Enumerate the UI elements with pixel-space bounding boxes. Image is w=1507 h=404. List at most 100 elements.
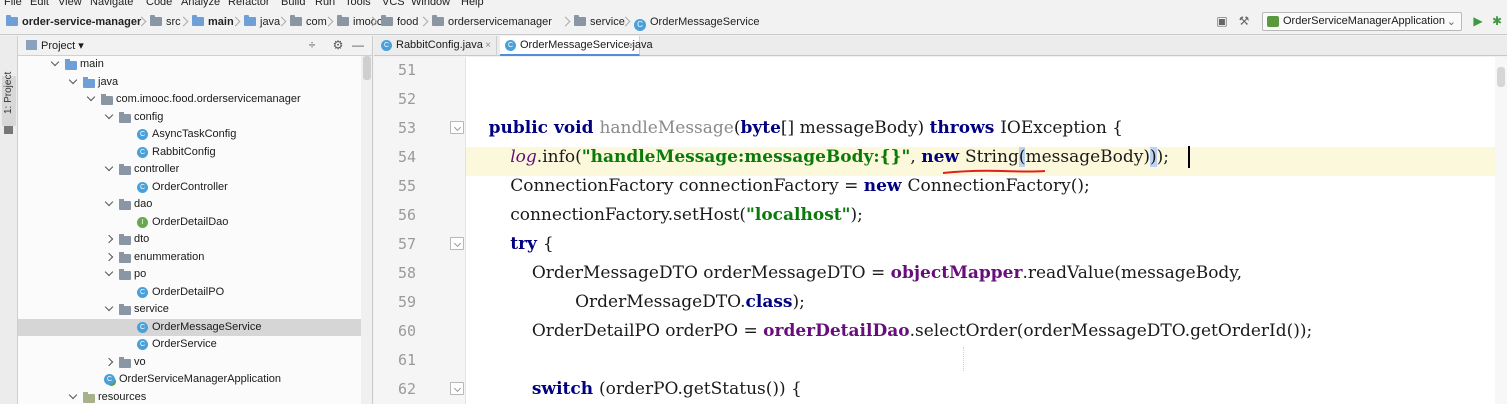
chevron-down-icon[interactable] xyxy=(68,390,78,399)
chevron-down-icon[interactable] xyxy=(104,197,114,207)
tree-file-item[interactable]: I OrderDetailDao xyxy=(18,214,361,232)
code-token: class xyxy=(745,292,793,312)
tree-folder-item[interactable]: po xyxy=(18,266,361,284)
fold-marker-icon[interactable] xyxy=(450,121,464,134)
tree-folder-item[interactable]: dto xyxy=(18,231,361,249)
code-line[interactable]: try { xyxy=(467,234,554,254)
tree-file-item[interactable]: C RabbitConfig xyxy=(18,144,361,162)
code-token: { xyxy=(542,234,554,254)
layout-icon[interactable]: ▣ xyxy=(1215,14,1229,28)
tree-folder-item[interactable]: controller xyxy=(18,161,361,179)
breadcrumb-item[interactable]: src xyxy=(150,15,181,29)
structure-icon[interactable] xyxy=(4,126,13,134)
menu-help[interactable]: Help xyxy=(461,0,484,9)
tree-folder-item[interactable]: config xyxy=(18,109,361,127)
build-hammer-icon[interactable]: ⚒ xyxy=(1237,14,1251,28)
tab-ordermessageservice-java[interactable]: C OrderMessageService.java × xyxy=(500,36,653,56)
chevron-down-icon[interactable] xyxy=(86,92,96,102)
tree-folder-item[interactable]: vo xyxy=(18,354,361,372)
chevron-down-icon[interactable] xyxy=(104,110,114,119)
tree-folder-item[interactable]: java xyxy=(18,74,361,92)
menu-code[interactable]: Code xyxy=(146,0,172,9)
close-icon[interactable]: × xyxy=(485,36,491,55)
breadcrumb-item[interactable]: food xyxy=(381,15,418,29)
menu-vcs[interactable]: VCS xyxy=(382,0,405,9)
class-icon: C xyxy=(137,339,148,350)
tree-folder-item[interactable]: resources xyxy=(18,389,361,404)
gear-icon[interactable]: ⚙ xyxy=(331,38,345,52)
chevron-right-icon[interactable] xyxy=(104,252,114,261)
chevron-down-icon[interactable] xyxy=(50,57,60,67)
project-view-select[interactable]: Project ▾ xyxy=(41,39,84,53)
scrollbar-thumb[interactable] xyxy=(1497,67,1505,87)
chevron-down-icon[interactable] xyxy=(104,162,114,172)
menu-edit[interactable]: Edit xyxy=(30,0,49,9)
tree-folder-item[interactable]: service xyxy=(18,301,361,319)
tree-file-item[interactable]: C OrderServiceManagerApplication xyxy=(18,371,361,389)
code-line[interactable]: OrderDetailPO orderPO = orderDetailDao.s… xyxy=(467,321,1312,341)
chevron-down-icon[interactable] xyxy=(104,267,114,277)
folder-icon xyxy=(432,15,444,26)
fold-marker-icon[interactable] xyxy=(450,237,464,250)
menu-build[interactable]: Build xyxy=(281,0,305,9)
code-token: [] messageBody) xyxy=(780,118,930,138)
class-icon: C xyxy=(505,40,516,51)
code-line[interactable]: public void handleMessage(byte[] message… xyxy=(467,118,1123,138)
code-line[interactable]: log.info("handleMessage:messageBody:{}",… xyxy=(467,147,1169,167)
scrollbar-thumb[interactable] xyxy=(363,56,371,80)
close-icon[interactable]: × xyxy=(628,36,634,55)
tree-item-label: OrderController xyxy=(152,180,228,193)
menu-file[interactable]: File xyxy=(4,0,22,9)
hide-panel-icon[interactable]: — xyxy=(351,38,365,52)
project-tree-scrollbar[interactable] xyxy=(361,56,372,404)
menu-analyze[interactable]: Analyze xyxy=(181,0,220,9)
chevron-right-icon[interactable] xyxy=(104,234,114,244)
code-line[interactable]: OrderMessageDTO orderMessageDTO = object… xyxy=(467,263,1242,283)
tree-file-item[interactable]: C OrderMessageService xyxy=(18,318,361,336)
code-editor[interactable]: 51 52 53 54 55 56 57 58 59 60 61 62 public void han… xyxy=(374,57,1507,404)
breadcrumb-item[interactable]: service xyxy=(574,15,625,29)
chevron-down-icon[interactable] xyxy=(68,75,78,84)
tree-folder-item[interactable]: enummeration xyxy=(18,249,361,267)
editor-scrollbar[interactable] xyxy=(1495,57,1507,404)
code-token: (orderPO.getStatus()) { xyxy=(599,379,802,399)
run-configuration-select[interactable]: OrderServiceManagerApplication ⌄ xyxy=(1262,12,1462,31)
menu-view[interactable]: View xyxy=(58,0,82,9)
breadcrumb-item[interactable]: main xyxy=(192,15,234,29)
tree-file-item[interactable]: C OrderController xyxy=(18,179,361,197)
tree-folder-item[interactable]: dao xyxy=(18,196,361,214)
chevron-right-icon[interactable] xyxy=(104,357,114,366)
menu-navigate[interactable]: Navigate xyxy=(90,0,133,9)
menu-run[interactable]: Run xyxy=(315,0,335,9)
menu-refactor[interactable]: Refactor xyxy=(228,0,270,9)
fold-marker-icon[interactable] xyxy=(450,382,464,395)
breadcrumb-item[interactable]: java xyxy=(244,15,280,29)
tree-file-item[interactable]: C OrderService xyxy=(18,336,361,354)
breadcrumb-label: orderservicemanager xyxy=(448,16,552,28)
code-line[interactable]: OrderMessageDTO.class); xyxy=(467,292,805,312)
menu-window[interactable]: Window xyxy=(411,0,450,9)
tree-folder-item[interactable]: com.imooc.food.orderservicemanager xyxy=(18,91,361,109)
code-line[interactable]: ConnectionFactory connectionFactory = ne… xyxy=(467,176,1090,196)
indent-guide xyxy=(963,347,964,371)
chevron-down-icon[interactable] xyxy=(104,302,114,312)
breadcrumb-item[interactable]: com xyxy=(290,15,327,29)
tree-folder-item[interactable]: main xyxy=(18,56,361,74)
breadcrumb-item[interactable]: orderservicemanager xyxy=(432,15,552,29)
code-line[interactable]: switch (orderPO.getStatus()) { xyxy=(467,379,802,399)
code-token: OrderMessageDTO orderMessageDTO = xyxy=(467,263,891,283)
breadcrumb-item[interactable]: order-service-manager xyxy=(6,15,141,29)
tree-file-item[interactable]: C AsyncTaskConfig xyxy=(18,126,361,144)
collapse-all-icon[interactable]: ÷ xyxy=(305,38,319,52)
breadcrumb-separator xyxy=(325,16,331,28)
tab-rabbitconfig-java[interactable]: C RabbitConfig.java × xyxy=(376,36,497,56)
project-tool-tab-label: 1: Project xyxy=(3,71,14,114)
tree-item-label: po xyxy=(134,268,147,280)
code-line[interactable]: connectionFactory.setHost("localhost"); xyxy=(467,205,863,225)
breadcrumb-item[interactable]: C OrderMessageService xyxy=(634,15,759,31)
code-token: OrderDetailPO orderPO = xyxy=(467,321,764,341)
tree-file-item[interactable]: C OrderDetailPO xyxy=(18,284,361,302)
debug-icon[interactable]: ✱ xyxy=(1490,14,1504,28)
menu-tools[interactable]: Tools xyxy=(345,0,371,9)
run-icon[interactable]: ▶ xyxy=(1471,14,1485,28)
